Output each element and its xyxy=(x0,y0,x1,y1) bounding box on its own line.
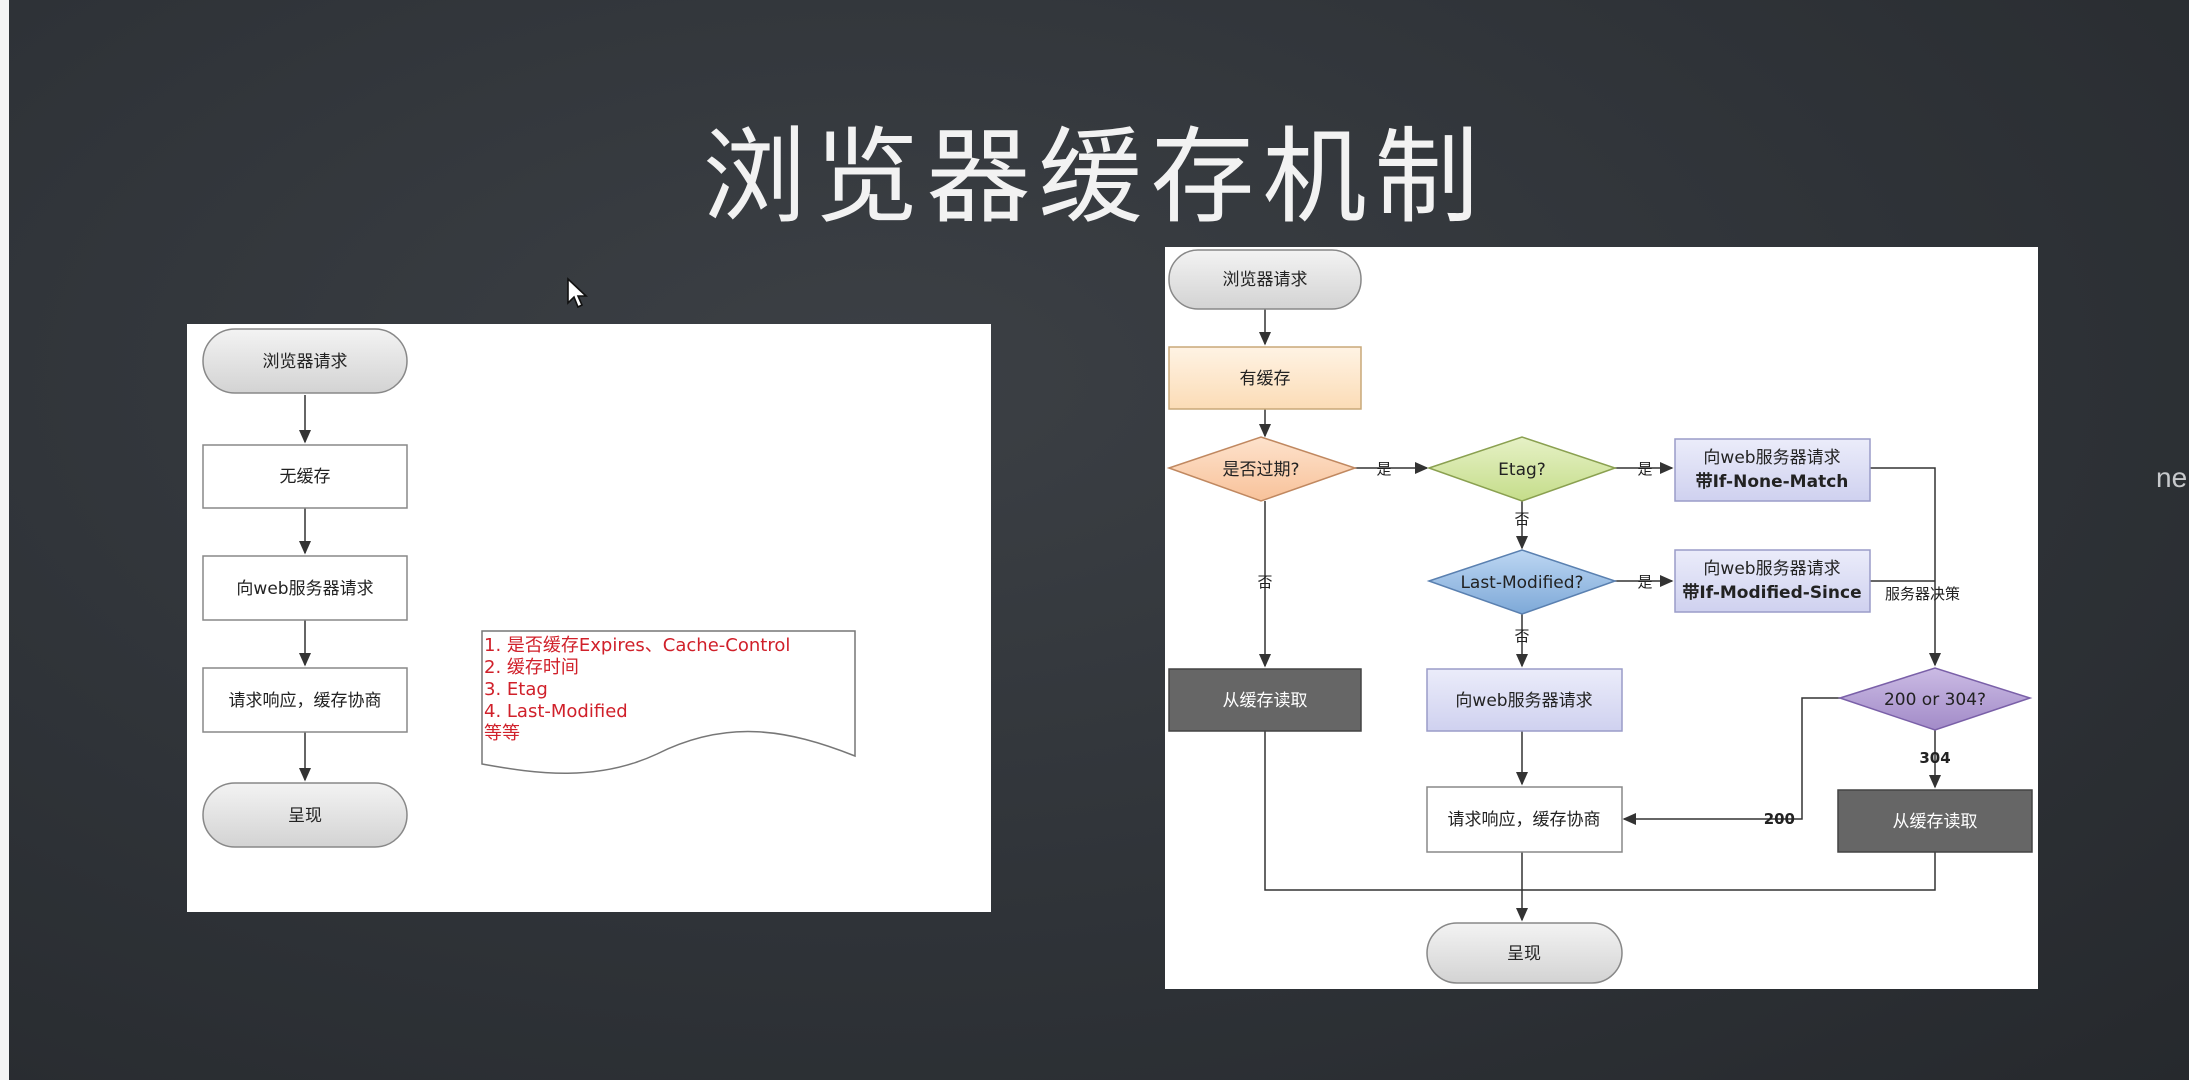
svg-text:从缓存读取: 从缓存读取 xyxy=(1223,691,1308,711)
right-read-cache-right-node: 从缓存读取 xyxy=(1837,789,2033,853)
left-request-server-node: 向web服务器请求 xyxy=(202,555,408,621)
label-no-lm: 否 xyxy=(1514,627,1529,645)
right-has-cache-node: 有缓存 xyxy=(1168,346,1362,410)
edge-readcache-right-to-render xyxy=(1522,852,1936,891)
svg-text:2. 缓存时间: 2. 缓存时间 xyxy=(484,657,579,678)
svg-text:有缓存: 有缓存 xyxy=(1240,369,1291,389)
svg-text:200 or 304?: 200 or 304? xyxy=(1884,690,1986,710)
left-flowchart-panel: 浏览器请求 无缓存 向web服务器请求 请求响应，缓存协商 呈现 1. 是否缓存… xyxy=(187,324,991,912)
right-request-server-node: 向web服务器请求 xyxy=(1426,668,1623,732)
right-flowchart-panel: 是 是 是 否 否 否 304 200 服务器决策 浏览器请求 有缓存 是否过期… xyxy=(1165,247,2038,989)
svg-text:浏览器请求: 浏览器请求 xyxy=(263,352,348,372)
svg-text:Etag?: Etag? xyxy=(1498,460,1546,480)
right-if-none-match-node: 向web服务器请求 带If-None-Match xyxy=(1674,438,1871,502)
svg-text:向web服务器请求: 向web服务器请求 xyxy=(1455,691,1592,711)
edge-none-match-to-status xyxy=(1870,467,1941,667)
mouse-cursor-icon xyxy=(567,277,589,309)
left-response-node: 请求响应，缓存协商 xyxy=(202,667,408,733)
svg-text:1. 是否缓存Expires、Cache-Control: 1. 是否缓存Expires、Cache-Control xyxy=(484,635,790,656)
svg-text:请求响应，缓存协商: 请求响应，缓存协商 xyxy=(1448,810,1601,830)
svg-text:带If-None-Match: 带If-None-Match xyxy=(1696,471,1849,492)
svg-text:3. Etag: 3. Etag xyxy=(484,679,548,700)
svg-text:Last-Modified?: Last-Modified? xyxy=(1460,573,1583,593)
right-if-modified-since-node: 向web服务器请求 带If-Modified-Since xyxy=(1674,549,1871,613)
right-response-node: 请求响应，缓存协商 xyxy=(1426,786,1623,853)
svg-text:带If-Modified-Since: 带If-Modified-Since xyxy=(1682,582,1861,603)
svg-text:浏览器请求: 浏览器请求 xyxy=(1223,270,1308,290)
right-read-cache-left-node: 从缓存读取 xyxy=(1168,668,1362,732)
svg-text:请求响应，缓存协商: 请求响应，缓存协商 xyxy=(229,691,382,711)
right-render-node: 呈现 xyxy=(1426,922,1623,984)
svg-text:无缓存: 无缓存 xyxy=(280,467,331,487)
label-server-decide: 服务器决策 xyxy=(1885,585,1960,603)
edge-status-to-response xyxy=(1622,697,1840,825)
svg-text:呈现: 呈现 xyxy=(1507,944,1541,964)
side-text: ne xyxy=(2156,462,2188,493)
right-flowchart: 是 是 是 否 否 否 304 200 服务器决策 浏览器请求 有缓存 是否过期… xyxy=(1166,249,2033,984)
right-start-node: 浏览器请求 xyxy=(1168,249,1362,310)
label-200: 200 xyxy=(1764,810,1795,828)
svg-text:向web服务器请求: 向web服务器请求 xyxy=(1703,559,1840,579)
right-status-decision: 200 or 304? xyxy=(1837,667,2033,731)
svg-text:从缓存读取: 从缓存读取 xyxy=(1893,812,1978,832)
left-render-node: 呈现 xyxy=(202,782,408,848)
svg-text:是否过期?: 是否过期? xyxy=(1222,460,1299,480)
right-last-modified-decision: Last-Modified? xyxy=(1426,549,1618,615)
left-note-document: 1. 是否缓存Expires、Cache-Control 2. 缓存时间 3. … xyxy=(481,630,856,774)
right-expired-decision: 是否过期? xyxy=(1166,436,1358,502)
svg-text:4. Last-Modified: 4. Last-Modified xyxy=(484,701,628,722)
label-304: 304 xyxy=(1919,749,1950,767)
right-etag-decision: Etag? xyxy=(1426,436,1618,502)
svg-text:呈现: 呈现 xyxy=(288,806,322,826)
svg-text:向web服务器请求: 向web服务器请求 xyxy=(1703,448,1840,468)
label-no-expired: 否 xyxy=(1257,573,1272,591)
slide-title: 浏览器缓存机制 xyxy=(702,116,1487,238)
label-yes-expired: 是 xyxy=(1376,460,1391,478)
svg-text:等等: 等等 xyxy=(484,723,520,744)
label-yes-etag: 是 xyxy=(1637,460,1652,478)
label-yes-lm: 是 xyxy=(1637,573,1652,591)
label-no-etag: 否 xyxy=(1514,510,1529,528)
left-flowchart: 浏览器请求 无缓存 向web服务器请求 请求响应，缓存协商 呈现 1. 是否缓存… xyxy=(202,328,856,848)
left-start-node: 浏览器请求 xyxy=(202,328,408,394)
svg-text:向web服务器请求: 向web服务器请求 xyxy=(236,579,373,599)
left-no-cache-node: 无缓存 xyxy=(202,444,408,509)
